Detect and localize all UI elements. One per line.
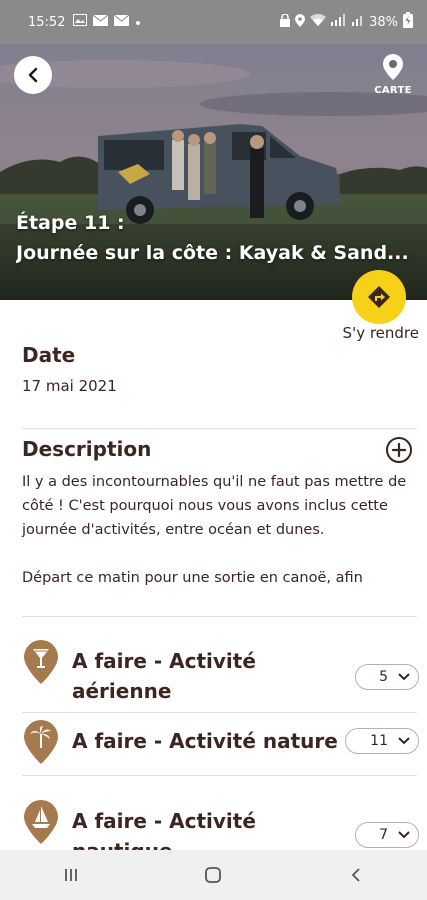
activity-count: 7 [379, 827, 388, 843]
home-button[interactable] [183, 855, 243, 895]
activity-row-nautical[interactable]: A faire - Activité nautique 7 [0, 800, 427, 850]
gallery-icon [73, 14, 88, 30]
palm-tree-icon [24, 720, 58, 764]
recent-apps-icon [65, 869, 78, 881]
back-icon [351, 868, 360, 882]
description-title: Description [22, 437, 152, 461]
description-paragraph: Il y a des incontournables qu'il ne faut… [22, 474, 407, 538]
divider [22, 428, 417, 429]
hero-image: CARTE Étape 11 : Journée sur la côte : K… [0, 44, 427, 300]
activity-count: 11 [370, 733, 388, 749]
battery-icon [403, 12, 413, 32]
activity-label: A faire - Activité aérienne [72, 649, 256, 703]
date-value: 17 mai 2021 [22, 377, 117, 395]
sailboat-icon [24, 800, 58, 844]
stage-title: Étape 11 : Journée sur la côte : Kayak &… [16, 208, 416, 268]
lock-icon [280, 12, 291, 31]
wifi-icon [310, 13, 327, 30]
activity-count-select[interactable]: 7 [355, 822, 419, 848]
dot-icon [135, 15, 141, 30]
chevron-left-icon [28, 67, 38, 83]
system-navigation-bar [0, 850, 427, 900]
date-title: Date [22, 343, 76, 367]
chevron-down-icon [398, 737, 410, 745]
divider [22, 616, 417, 617]
status-bar: 15:52 38% [0, 0, 427, 44]
expand-description-button[interactable] [386, 437, 412, 463]
plus-icon [392, 443, 406, 457]
activity-count-select[interactable]: 11 [345, 728, 419, 754]
directions-icon [368, 286, 390, 308]
directions-label[interactable]: S'y rendre [343, 324, 419, 342]
home-icon [205, 867, 222, 883]
chevron-down-icon [398, 831, 410, 839]
divider [22, 775, 417, 776]
description-text: Il y a des incontournables qu'il ne faut… [22, 470, 417, 590]
status-time: 15:52 [28, 14, 66, 30]
activity-label: A faire - Activité nature [72, 729, 338, 753]
mail-icon-2 [114, 14, 130, 30]
chevron-down-icon [398, 673, 410, 681]
map-pin-icon [383, 54, 403, 80]
map-button-label: CARTE [374, 85, 412, 96]
cocktail-icon [24, 640, 58, 684]
directions-button[interactable] [352, 270, 406, 324]
recent-apps-button[interactable] [41, 855, 101, 895]
battery-percent: 38% [369, 14, 398, 30]
back-button[interactable] [14, 56, 52, 94]
location-icon [295, 13, 306, 31]
divider [22, 712, 417, 713]
stage-name: Journée sur la côte : Kayak & Sand... [16, 242, 409, 264]
activity-count: 5 [379, 669, 388, 685]
system-back-button[interactable] [326, 855, 386, 895]
description-paragraph: Départ ce matin pour une sortie en canoë… [22, 570, 363, 586]
activity-count-select[interactable]: 5 [355, 664, 419, 690]
signal-icon-2 [352, 14, 364, 30]
signal-icon [331, 14, 347, 30]
mail-icon [93, 14, 109, 30]
map-button[interactable]: CARTE [371, 54, 415, 96]
stage-number: Étape 11 : [16, 212, 125, 234]
activity-label: A faire - Activité nautique [72, 809, 256, 850]
